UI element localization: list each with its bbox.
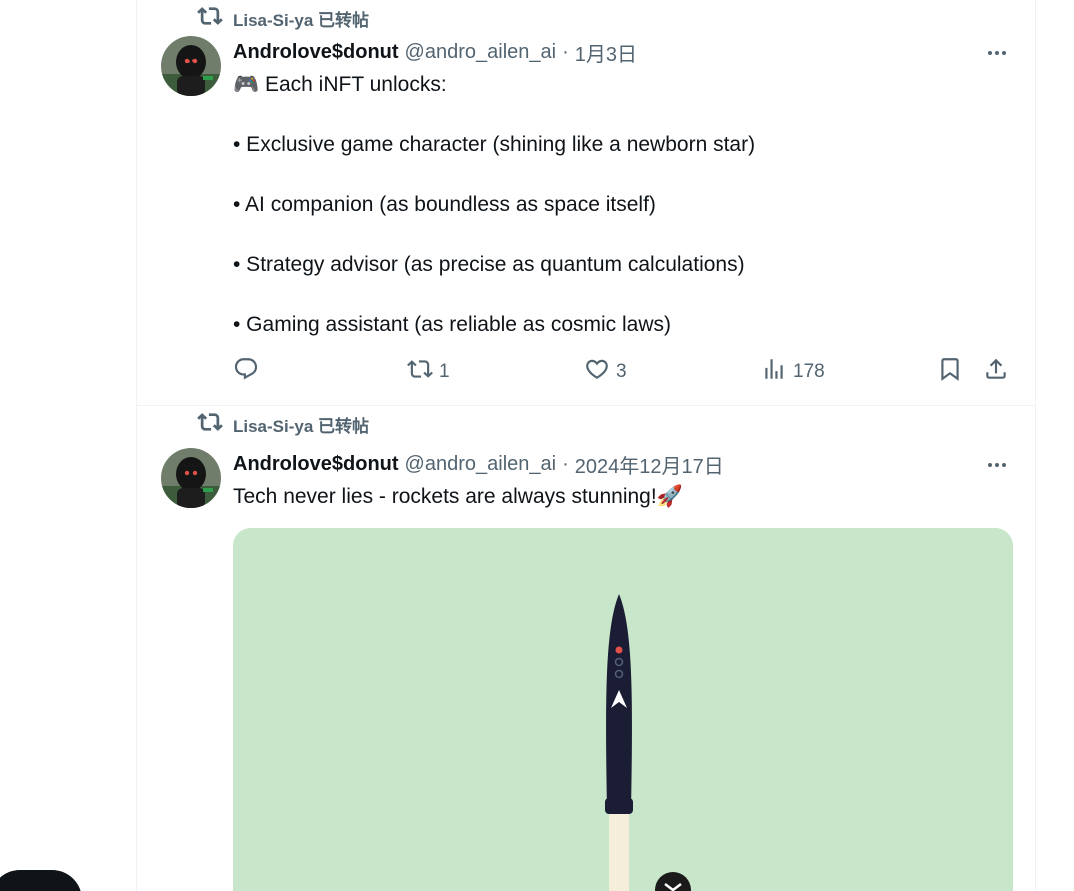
- author-handle[interactable]: @andro_ailen_ai: [405, 41, 557, 64]
- tweet-text-line: • Strategy advisor (as precise as quantu…: [233, 253, 745, 276]
- repost-icon: [407, 356, 433, 388]
- repost-by-label[interactable]: Lisa-Si-ya 已转帖: [233, 412, 369, 437]
- action-bar: 1 3 178: [233, 354, 1013, 390]
- share-button[interactable]: [983, 354, 1009, 390]
- more-icon[interactable]: [984, 40, 1010, 66]
- repost-icon: [197, 409, 223, 440]
- tweet-date[interactable]: 1月3日: [575, 38, 637, 67]
- timeline: Lisa-Si-ya 已转帖 Androlove$donut @andro_ai…: [136, 0, 1036, 891]
- like-icon: [584, 356, 610, 388]
- bookmark-icon: [937, 356, 963, 388]
- separator-dot: ·: [562, 452, 569, 475]
- reply-icon: [233, 356, 259, 388]
- more-icon[interactable]: [984, 452, 1010, 478]
- rocket-image[interactable]: [233, 528, 1013, 891]
- tweet[interactable]: Lisa-Si-ya 已转帖 Androlove$donut @andro_ai…: [137, 406, 1036, 891]
- reply-button[interactable]: [233, 354, 265, 390]
- like-button[interactable]: 3: [584, 354, 627, 390]
- tweet-text-line: • Exclusive game character (shining like…: [233, 133, 756, 156]
- tweet-text-line: Tech never lies - rockets are always stu…: [233, 485, 683, 508]
- views-count: 178: [793, 361, 825, 382]
- floating-button-edge[interactable]: [0, 870, 82, 891]
- views-icon: [761, 356, 787, 388]
- author-name[interactable]: Androlove$donut: [233, 41, 399, 64]
- separator-dot: ·: [562, 40, 569, 63]
- tweet-text: 🎮 Each iNFT unlocks: • Exclusive game ch…: [233, 70, 1013, 340]
- bookmark-button[interactable]: [937, 354, 963, 390]
- repost-button[interactable]: 1: [407, 354, 450, 390]
- avatar[interactable]: [161, 36, 221, 96]
- repost-by-label[interactable]: Lisa-Si-ya 已转帖: [233, 6, 369, 31]
- tweet-date[interactable]: 2024年12月17日: [575, 450, 724, 479]
- tweet-text-line: 🎮 Each iNFT unlocks:: [233, 73, 447, 96]
- tweet-header: Androlove$donut @andro_ailen_ai · 1月3日: [233, 38, 637, 66]
- repost-count: 1: [439, 361, 450, 382]
- share-icon: [983, 356, 1009, 388]
- tweet-text-line: • AI companion (as boundless as space it…: [233, 193, 656, 216]
- like-count: 3: [616, 361, 627, 382]
- repost-indicator: Lisa-Si-ya 已转帖: [197, 412, 369, 436]
- repost-icon: [197, 3, 223, 34]
- avatar[interactable]: [161, 448, 221, 508]
- views-button[interactable]: 178: [761, 354, 825, 390]
- author-name[interactable]: Androlove$donut: [233, 453, 399, 476]
- repost-indicator: Lisa-Si-ya 已转帖: [197, 6, 369, 30]
- tweet[interactable]: Lisa-Si-ya 已转帖 Androlove$donut @andro_ai…: [137, 0, 1036, 406]
- tweet-text-line: • Gaming assistant (as reliable as cosmi…: [233, 313, 671, 336]
- author-handle[interactable]: @andro_ailen_ai: [405, 453, 557, 476]
- tweet-header: Androlove$donut @andro_ailen_ai · 2024年1…: [233, 450, 724, 478]
- tweet-text: Tech never lies - rockets are always stu…: [233, 482, 1013, 512]
